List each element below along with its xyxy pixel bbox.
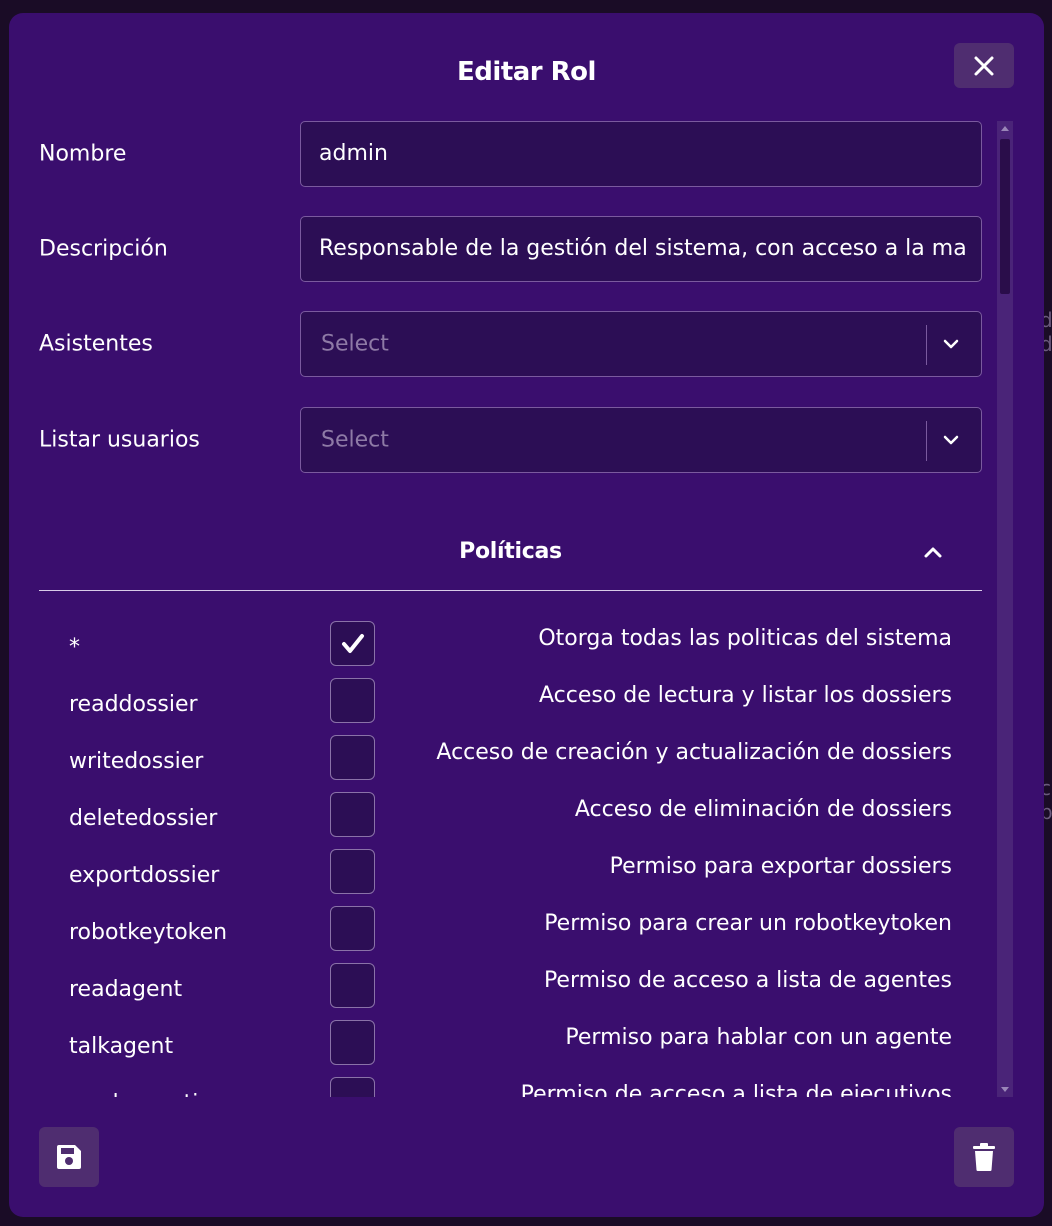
descripcion-input[interactable]: Responsable de la gestión del sistema, c…: [300, 216, 982, 282]
asistentes-label: Asistentes: [39, 331, 153, 357]
edit-role-modal: Editar Rol Nombre admin Descripción Resp…: [9, 13, 1044, 1217]
policy-row: readdossier Acceso de lectura y listar lo…: [9, 678, 989, 735]
policy-checkbox[interactable]: [330, 1020, 375, 1065]
policy-row: readexecutive Permiso de acceso a lista d…: [9, 1077, 989, 1097]
policy-checkbox[interactable]: [330, 849, 375, 894]
policy-description: Permiso de acceso a lista de agentes: [543, 968, 952, 993]
chevron-down-icon[interactable]: [941, 430, 961, 450]
policy-key: exportdossier: [69, 863, 220, 888]
chevron-up-icon[interactable]: [921, 541, 945, 565]
policy-row: robotkeytoken Permiso para crear un robot…: [9, 906, 989, 963]
descripcion-label: Descripción: [39, 236, 168, 262]
close-icon: [974, 56, 994, 75]
close-button[interactable]: [954, 43, 1014, 88]
policy-description: Acceso de eliminación de dossiers: [574, 797, 952, 822]
asistentes-select[interactable]: Select: [300, 311, 982, 377]
select-divider: [926, 325, 927, 365]
policy-row: talkagent Permiso para hablar con un agen…: [9, 1020, 989, 1077]
scrollbar[interactable]: [997, 121, 1013, 1097]
chevron-down-icon[interactable]: [941, 334, 961, 354]
policies-title: Políticas: [459, 539, 562, 564]
modal-title: Editar Rol: [457, 57, 596, 87]
nombre-input[interactable]: admin: [300, 121, 982, 187]
policy-checkbox[interactable]: [330, 906, 375, 951]
policy-checkbox[interactable]: [330, 621, 375, 666]
policy-key: talkagent: [69, 1034, 174, 1059]
scrollbar-thumb[interactable]: [1000, 139, 1010, 294]
policy-checkbox[interactable]: [330, 963, 375, 1008]
scroll-down-arrow-icon[interactable]: [1001, 1087, 1009, 1092]
checkmark-icon: [341, 633, 364, 653]
policy-row: * Otorga todas las politicas del sistema: [9, 621, 989, 678]
asistentes-placeholder: Select: [321, 331, 389, 357]
policy-key: readdossier: [69, 692, 198, 717]
scroll-up-arrow-icon[interactable]: [1001, 126, 1009, 131]
listar-usuarios-placeholder: Select: [321, 427, 389, 453]
policy-row: deletedossier Acceso de eliminación de do…: [9, 792, 989, 849]
policy-row: readagent Permiso de acceso a lista de ag…: [9, 963, 989, 1020]
policy-key: *: [69, 635, 80, 660]
policy-description: Permiso para hablar con un agente: [565, 1025, 952, 1050]
policy-description: Permiso para crear un robotkeytoken: [544, 911, 952, 936]
floppy-disk-icon: [57, 1145, 81, 1169]
delete-button[interactable]: [954, 1127, 1014, 1187]
form-row-descripcion: Descripción Responsable de la gestión de…: [9, 216, 989, 282]
trash-icon: [973, 1143, 995, 1171]
form-row-listar-usuarios: Listar usuarios Select: [9, 407, 989, 473]
listar-usuarios-label: Listar usuarios: [39, 427, 200, 453]
nombre-label: Nombre: [39, 141, 127, 167]
policies-section-header: Políticas: [39, 531, 982, 591]
policy-key: readagent: [69, 977, 183, 1002]
listar-usuarios-select[interactable]: Select: [300, 407, 982, 473]
policy-key: deletedossier: [69, 806, 218, 831]
policy-description: Acceso de lectura y listar los dossiers: [538, 683, 952, 708]
policy-key: writedossier: [69, 749, 204, 774]
save-button[interactable]: [39, 1127, 99, 1187]
form-row-nombre: Nombre admin: [9, 121, 989, 187]
policy-row: writedossier Acceso de creación y actuali…: [9, 735, 989, 792]
policy-description: Permiso para exportar dossiers: [609, 854, 952, 879]
policy-checkbox[interactable]: [330, 678, 375, 723]
policy-key: robotkeytoken: [69, 920, 228, 945]
form-row-asistentes: Asistentes Select: [9, 311, 989, 377]
policy-row: exportdossier Permiso para exportar dossi…: [9, 849, 989, 906]
policy-checkbox[interactable]: [330, 792, 375, 837]
select-divider: [926, 421, 927, 461]
modal-scroll-area[interactable]: Nombre admin Descripción Responsable de …: [9, 121, 1014, 1097]
policy-description: Otorga todas las politicas del sistema: [538, 626, 952, 651]
policy-checkbox[interactable]: [330, 735, 375, 780]
policy-checkbox[interactable]: [330, 1077, 375, 1097]
policy-description: Permiso de acceso a lista de ejecutivos: [520, 1082, 952, 1097]
policy-key: readexecutive: [69, 1091, 225, 1097]
policy-description: Acceso de creación y actualización de do…: [436, 740, 952, 765]
